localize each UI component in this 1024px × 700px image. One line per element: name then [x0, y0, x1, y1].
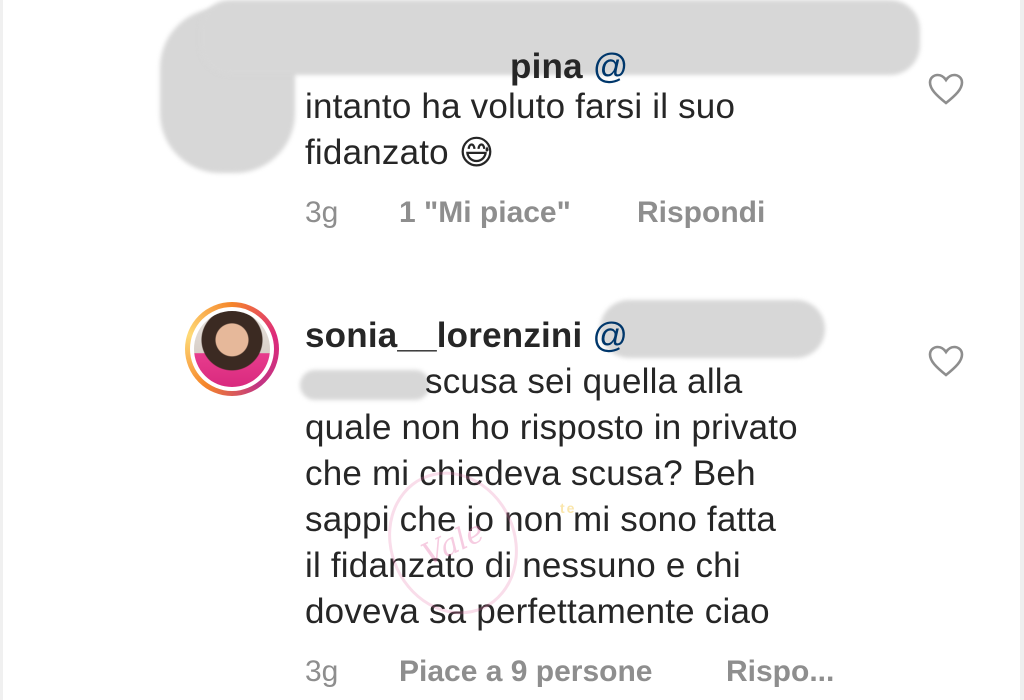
- avatar[interactable]: [185, 302, 279, 396]
- right-edge: [1020, 0, 1024, 700]
- heart-outline-icon[interactable]: [928, 345, 964, 377]
- comment-2-line-4: sappi che io non mi sono fatta: [305, 500, 777, 539]
- avatar-inner: [190, 307, 274, 391]
- comment-1-mention[interactable]: @: [593, 47, 629, 86]
- redacted-mention: [600, 300, 825, 358]
- comment-2-mention[interactable]: @: [592, 316, 628, 355]
- comment-2-line-5: il fidanzato di nessuno e chi: [305, 546, 741, 585]
- avatar-photo: [194, 311, 270, 387]
- comment-2-likes[interactable]: Piace a 9 persone: [399, 655, 726, 689]
- comment-2-line-3: che mi chiedeva scusa? Beh: [305, 454, 756, 493]
- comment-1-line-2: fidanzato 😅: [305, 130, 735, 176]
- comment-2-line-1: scusa sei quella alla: [305, 359, 798, 405]
- comment-2-time: 3g: [305, 655, 339, 688]
- comment-2-line-6: doveva sa perfettamente ciao: [305, 592, 770, 631]
- comment-2-line-1-text: scusa sei quella alla: [425, 362, 743, 401]
- comment-2-text: scusa sei quella alla quale non ho rispo…: [305, 359, 798, 635]
- comment-2-header: sonia__lorenzini @: [305, 313, 628, 359]
- comment-2-meta: 3g Piace a 9 persone Rispo...: [305, 655, 834, 689]
- comment-1-line-2-text: fidanzato: [305, 133, 449, 172]
- grin-sweat-emoji-icon: 😅: [458, 134, 495, 172]
- comment-1-username[interactable]: pina: [510, 47, 583, 86]
- comment-2-line-2: quale non ho risposto in privato: [305, 408, 798, 447]
- comment-1-reply-button[interactable]: Rispondi: [637, 196, 765, 230]
- comment-1-text: intanto ha voluto farsi il suo fidanzato…: [305, 84, 735, 176]
- comment-1-meta: 3g 1 "Mi piace" Rispondi: [305, 196, 765, 230]
- heart-outline-icon[interactable]: [928, 73, 964, 105]
- comment-1-line-1: intanto ha voluto farsi il suo: [305, 87, 736, 126]
- comment-2-username[interactable]: sonia__lorenzini: [305, 316, 582, 355]
- comment-1-time: 3g: [305, 196, 339, 229]
- comment-1-likes[interactable]: 1 "Mi piace": [399, 196, 637, 230]
- left-edge: [0, 0, 3, 700]
- comment-2-reply-button[interactable]: Rispo...: [726, 655, 834, 689]
